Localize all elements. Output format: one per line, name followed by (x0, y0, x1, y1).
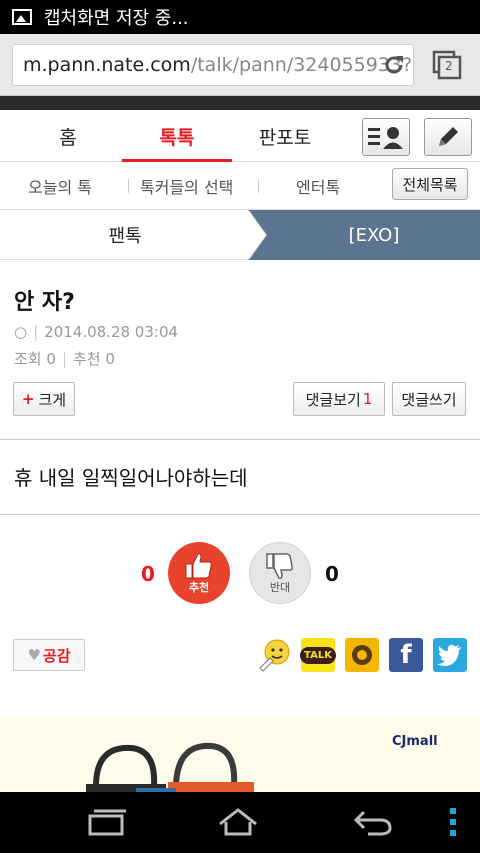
ad-brand: CJmall (392, 734, 438, 749)
back-icon[interactable] (352, 806, 392, 838)
pencil-icon (439, 127, 458, 146)
user-list-icon (368, 127, 403, 149)
breadcrumb-exo[interactable]: [EXO] (248, 210, 480, 260)
sub-nav-talkers-choice[interactable]: 톡커들의 선택 (140, 162, 233, 210)
share-facebook-button[interactable]: f (389, 638, 423, 672)
views-count: 0 (46, 350, 56, 368)
kakaotalk-icon: TALK (300, 646, 336, 664)
recommend-count: 0 (105, 350, 115, 368)
comments-count: 1 (362, 390, 373, 408)
write-button[interactable] (424, 118, 472, 156)
post-date: 2014.08.28 03:04 (44, 323, 179, 341)
sub-nav-divider (128, 179, 129, 193)
page-header-strip (0, 96, 480, 110)
divider (0, 514, 480, 515)
emoticon-icon (259, 639, 290, 672)
main-nav: 홈 톡톡 판포토 (0, 110, 480, 162)
upvote-count: 0 (141, 562, 155, 586)
plus-icon: + (21, 390, 35, 408)
reload-icon[interactable] (382, 53, 406, 77)
breadcrumb: 팬톡 [EXO] (0, 210, 480, 260)
menu-dots-icon[interactable] (448, 806, 458, 838)
browser-toolbar: m.pann.nate.com/talk/pann/324055933?cur (0, 34, 480, 96)
views-label: 조회 (14, 350, 42, 368)
thumbs-up-icon (185, 553, 212, 579)
breadcrumb-arrow (248, 210, 266, 260)
view-comments-button[interactable]: 댓글보기 1 (293, 382, 385, 416)
tab-pann-photo[interactable]: 판포토 (232, 110, 338, 162)
recommend-label: 추천 (73, 350, 101, 368)
all-list-button[interactable]: 전체목록 (392, 168, 468, 200)
author-mark: ○ (14, 323, 28, 341)
font-bigger-button[interactable]: + 크게 (13, 382, 75, 416)
post-stats: 조회 0 | 추천 0 (14, 350, 115, 368)
share-emoticon-button[interactable] (258, 638, 292, 672)
empathy-button[interactable]: ♥ 공감 (13, 639, 85, 671)
upvote-label: 추천 (188, 581, 210, 594)
upvote-button[interactable]: 추천 (168, 542, 230, 604)
share-kakaostory-button[interactable] (345, 638, 379, 672)
my-profile-button[interactable] (362, 118, 410, 156)
ad-bags-image (86, 742, 254, 792)
url-path: /talk/pann/324055933?cur (190, 54, 413, 76)
tab-talk[interactable]: 톡톡 (122, 110, 232, 162)
url-host: m.pann.nate.com (23, 54, 191, 76)
kakaostory-icon (352, 645, 372, 665)
recent-apps-icon[interactable] (86, 806, 126, 838)
thumbs-down-icon (266, 553, 293, 579)
breadcrumb-fan-talk[interactable]: 팬톡 (0, 210, 250, 260)
heart-icon: ♥ (27, 646, 41, 664)
tab-count: 2 (445, 59, 453, 73)
sub-nav-today-talk[interactable]: 오늘의 톡 (28, 162, 92, 210)
tabs-button[interactable]: 2 (432, 50, 462, 80)
downvote-count: 0 (325, 562, 339, 586)
post-title: 안 자? (14, 290, 75, 315)
image-icon (12, 9, 32, 25)
sub-nav-entertain-talk[interactable]: 엔터톡 (296, 162, 340, 210)
status-bar: 캡처화면 저장 중... (0, 0, 480, 34)
url-field[interactable]: m.pann.nate.com/talk/pann/324055933?cur (12, 44, 414, 86)
twitter-bird-icon (437, 644, 461, 666)
home-icon[interactable] (218, 806, 258, 838)
tab-home[interactable]: 홈 (14, 110, 122, 162)
post-body: 휴 내일 일찍일어나야하는데 (14, 466, 248, 490)
ad-banner[interactable]: CJmall (0, 716, 480, 792)
downvote-label: 반대 (269, 581, 291, 594)
status-notification: 캡처화면 저장 중... (44, 8, 189, 29)
share-twitter-button[interactable] (433, 638, 467, 672)
downvote-button[interactable]: 반대 (249, 542, 311, 604)
system-nav-bar (0, 792, 480, 853)
post-meta-date: ○ | 2014.08.28 03:04 (14, 323, 179, 341)
facebook-icon: f (400, 640, 412, 670)
write-comment-button[interactable]: 댓글쓰기 (392, 382, 466, 416)
sub-nav-divider (258, 179, 259, 193)
share-kakaotalk-button[interactable]: TALK (300, 638, 336, 672)
divider (0, 439, 480, 440)
